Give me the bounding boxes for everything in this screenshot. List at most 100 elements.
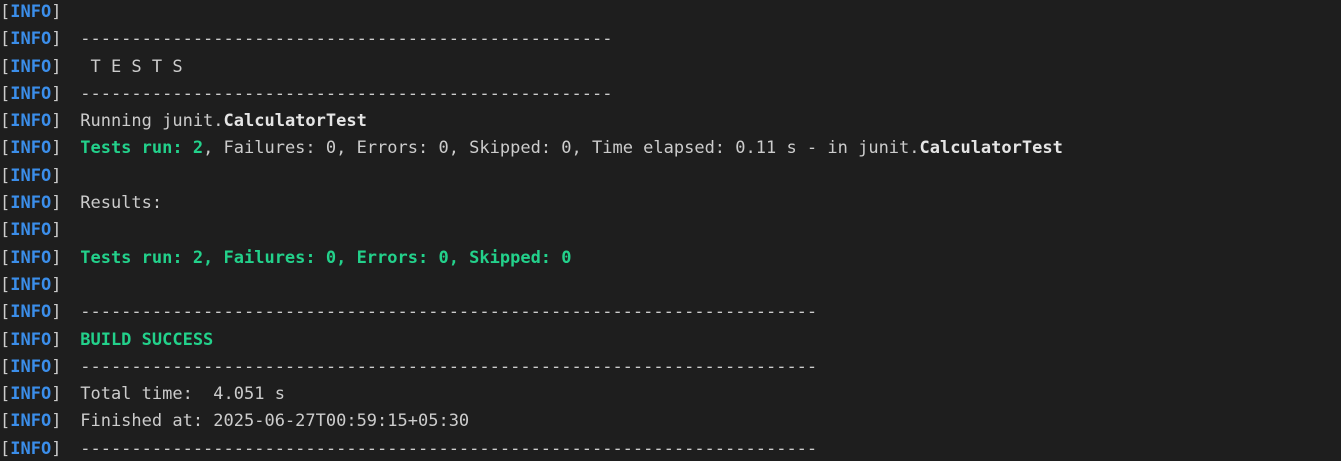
tag-open-bracket: [ bbox=[0, 29, 11, 50]
log-text: Tests run: 2, Failures: 0, Errors: 0, Sk… bbox=[70, 247, 572, 268]
tag-close-bracket: ] bbox=[51, 193, 62, 214]
tag-open-bracket: [ bbox=[0, 193, 11, 214]
tag-level-text: INFO bbox=[10, 111, 52, 132]
log-text: ----------------------------------------… bbox=[70, 438, 818, 459]
tag-close-bracket: ] bbox=[51, 247, 62, 268]
tag-open-bracket: [ bbox=[0, 329, 11, 350]
tag-close-bracket: ] bbox=[51, 384, 62, 405]
log-line: [INFO] BUILD SUCCESS bbox=[0, 328, 1341, 355]
log-line: [INFO] Finished at: 2025-06-27T00:59:15+… bbox=[0, 409, 1341, 436]
log-line: [INFO] Tests run: 2, Failures: 0, Errors… bbox=[0, 136, 1341, 163]
tag-close-bracket: ] bbox=[51, 56, 62, 77]
tag-open-bracket: [ bbox=[0, 274, 11, 295]
log-line: [INFO] T E S T S bbox=[0, 55, 1341, 82]
log-level-tag: [INFO] bbox=[0, 273, 70, 298]
tag-level-text: INFO bbox=[10, 384, 52, 405]
log-text: CalculatorTest bbox=[223, 111, 367, 132]
log-line: [INFO] Results: bbox=[0, 191, 1341, 218]
tag-close-bracket: ] bbox=[51, 302, 62, 323]
tag-level-text: INFO bbox=[10, 274, 52, 295]
log-text: BUILD SUCCESS bbox=[70, 329, 214, 350]
log-level-tag: [INFO] bbox=[0, 218, 70, 243]
tag-close-bracket: ] bbox=[51, 138, 62, 159]
log-level-tag: [INFO] bbox=[0, 136, 70, 161]
log-text: T E S T S bbox=[70, 56, 183, 77]
tag-open-bracket: [ bbox=[0, 2, 11, 22]
log-text: , Failures: 0, Errors: 0, Skipped: 0, Ti… bbox=[203, 138, 920, 159]
log-level-tag: [INFO] bbox=[0, 409, 70, 434]
tag-open-bracket: [ bbox=[0, 165, 11, 186]
tag-close-bracket: ] bbox=[51, 274, 62, 295]
tag-level-text: INFO bbox=[10, 83, 52, 104]
tag-close-bracket: ] bbox=[51, 29, 62, 50]
log-line: [INFO] ---------------------------------… bbox=[0, 437, 1341, 461]
log-line: [INFO] bbox=[0, 164, 1341, 191]
tag-open-bracket: [ bbox=[0, 302, 11, 323]
log-text: CalculatorTest bbox=[919, 138, 1063, 159]
tag-level-text: INFO bbox=[10, 2, 52, 22]
log-text: ----------------------------------------… bbox=[70, 356, 818, 377]
log-level-tag: [INFO] bbox=[0, 355, 70, 380]
log-line: [INFO] ---------------------------------… bbox=[0, 300, 1341, 327]
log-line: [INFO] Running junit.CalculatorTest bbox=[0, 109, 1341, 136]
tag-close-bracket: ] bbox=[51, 356, 62, 377]
tag-close-bracket: ] bbox=[51, 2, 62, 22]
tag-open-bracket: [ bbox=[0, 438, 11, 459]
log-level-tag: [INFO] bbox=[0, 55, 70, 80]
tag-close-bracket: ] bbox=[51, 220, 62, 241]
tag-open-bracket: [ bbox=[0, 356, 11, 377]
log-level-tag: [INFO] bbox=[0, 164, 70, 189]
tag-open-bracket: [ bbox=[0, 83, 11, 104]
log-text: Running junit. bbox=[70, 111, 224, 132]
tag-close-bracket: ] bbox=[51, 329, 62, 350]
log-level-tag: [INFO] bbox=[0, 191, 70, 216]
tag-close-bracket: ] bbox=[51, 111, 62, 132]
tag-close-bracket: ] bbox=[51, 165, 62, 186]
tag-level-text: INFO bbox=[10, 356, 52, 377]
log-level-tag: [INFO] bbox=[0, 437, 70, 461]
log-line: [INFO] ---------------------------------… bbox=[0, 27, 1341, 54]
tag-open-bracket: [ bbox=[0, 138, 11, 159]
tag-level-text: INFO bbox=[10, 302, 52, 323]
log-line: [INFO] bbox=[0, 0, 1341, 27]
tag-open-bracket: [ bbox=[0, 56, 11, 77]
log-level-tag: [INFO] bbox=[0, 109, 70, 134]
log-level-tag: [INFO] bbox=[0, 0, 70, 25]
log-level-tag: [INFO] bbox=[0, 27, 70, 52]
tag-level-text: INFO bbox=[10, 329, 52, 350]
log-level-tag: [INFO] bbox=[0, 300, 70, 325]
log-text: ----------------------------------------… bbox=[70, 29, 613, 50]
log-text: Total time: 4.051 s bbox=[70, 384, 285, 405]
log-text: Finished at: 2025-06-27T00:59:15+05:30 bbox=[70, 411, 470, 432]
log-line: [INFO] Total time: 4.051 s bbox=[0, 382, 1341, 409]
tag-open-bracket: [ bbox=[0, 111, 11, 132]
log-line: [INFO] Tests run: 2, Failures: 0, Errors… bbox=[0, 246, 1341, 273]
tag-level-text: INFO bbox=[10, 56, 52, 77]
tag-level-text: INFO bbox=[10, 138, 52, 159]
log-level-tag: [INFO] bbox=[0, 328, 70, 353]
log-line: [INFO] bbox=[0, 273, 1341, 300]
log-line: [INFO] ---------------------------------… bbox=[0, 355, 1341, 382]
log-line: [INFO] ---------------------------------… bbox=[0, 82, 1341, 109]
log-level-tag: [INFO] bbox=[0, 382, 70, 407]
tag-level-text: INFO bbox=[10, 193, 52, 214]
tag-open-bracket: [ bbox=[0, 384, 11, 405]
log-text: ----------------------------------------… bbox=[70, 83, 613, 104]
tag-open-bracket: [ bbox=[0, 220, 11, 241]
tag-close-bracket: ] bbox=[51, 411, 62, 432]
terminal-output[interactable]: [INFO] [INFO] ---------------------------… bbox=[0, 0, 1341, 461]
tag-open-bracket: [ bbox=[0, 247, 11, 268]
tag-level-text: INFO bbox=[10, 247, 52, 268]
terminal-scrollbar[interactable] bbox=[1327, 0, 1341, 461]
log-text: Results: bbox=[70, 193, 163, 214]
log-text: Tests run: 2 bbox=[70, 138, 204, 159]
tag-open-bracket: [ bbox=[0, 411, 11, 432]
tag-level-text: INFO bbox=[10, 220, 52, 241]
log-line: [INFO] bbox=[0, 218, 1341, 245]
log-level-tag: [INFO] bbox=[0, 82, 70, 107]
tag-close-bracket: ] bbox=[51, 438, 62, 459]
tag-level-text: INFO bbox=[10, 165, 52, 186]
log-level-tag: [INFO] bbox=[0, 246, 70, 271]
tag-level-text: INFO bbox=[10, 411, 52, 432]
tag-close-bracket: ] bbox=[51, 83, 62, 104]
